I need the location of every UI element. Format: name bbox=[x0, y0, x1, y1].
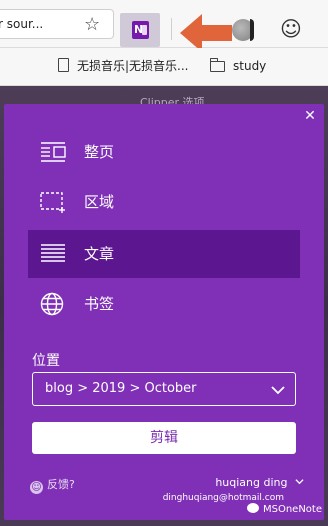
page-icon bbox=[58, 58, 69, 72]
onenote-clipper-panel: ✕ 整页 区域 文章 书签 位置 blog > 2019 > October 剪… bbox=[4, 104, 324, 520]
wechat-icon bbox=[246, 503, 259, 513]
mode-full-page[interactable]: 整页 bbox=[28, 128, 300, 176]
browser-toolbar: r sour... ☆ N ☺ bbox=[0, 0, 328, 52]
article-icon bbox=[41, 244, 65, 262]
mode-label: 区域 bbox=[84, 193, 115, 211]
bookmark-globe-icon bbox=[40, 292, 64, 316]
bookmark-folder-study[interactable]: study bbox=[210, 58, 266, 74]
mode-label: 书签 bbox=[84, 295, 115, 313]
location-label: 位置 bbox=[32, 353, 60, 369]
bookmarks-bar: 无损音乐|无损音乐... study bbox=[0, 48, 328, 86]
smiley-icon: ☺ bbox=[30, 481, 43, 494]
full-page-icon bbox=[41, 142, 66, 162]
mode-article[interactable]: 文章 bbox=[28, 230, 300, 278]
onenote-logo-icon: N bbox=[132, 21, 149, 39]
mode-bookmark[interactable]: 书签 bbox=[28, 280, 300, 328]
mode-label: 文章 bbox=[84, 245, 115, 263]
toolbar-divider bbox=[171, 18, 172, 40]
watermark: MSOneNote bbox=[246, 503, 322, 517]
close-icon[interactable]: ✕ bbox=[302, 108, 318, 124]
bookmark-item[interactable]: 无损音乐|无损音乐... bbox=[58, 58, 189, 74]
address-text: r sour... bbox=[0, 17, 44, 31]
feedback-link[interactable]: ☺ 反馈? bbox=[30, 478, 75, 494]
user-account-menu[interactable]: huqiang ding bbox=[215, 476, 304, 490]
location-value: blog > 2019 > October bbox=[45, 381, 197, 396]
mode-region[interactable]: 区域 bbox=[28, 178, 300, 226]
folder-icon bbox=[210, 58, 225, 72]
mode-label: 整页 bbox=[84, 143, 115, 161]
chevron-down-icon bbox=[295, 479, 304, 485]
profile-avatar[interactable] bbox=[232, 19, 254, 41]
favorite-star-icon[interactable]: ☆ bbox=[84, 16, 102, 34]
location-dropdown[interactable]: blog > 2019 > October bbox=[32, 372, 296, 406]
region-icon bbox=[40, 192, 65, 213]
chevron-down-icon bbox=[271, 386, 285, 395]
clip-button[interactable]: 剪辑 bbox=[32, 422, 296, 454]
onenote-clipper-button[interactable]: N bbox=[120, 13, 160, 47]
feedback-smiley-icon[interactable]: ☺ bbox=[280, 18, 302, 40]
